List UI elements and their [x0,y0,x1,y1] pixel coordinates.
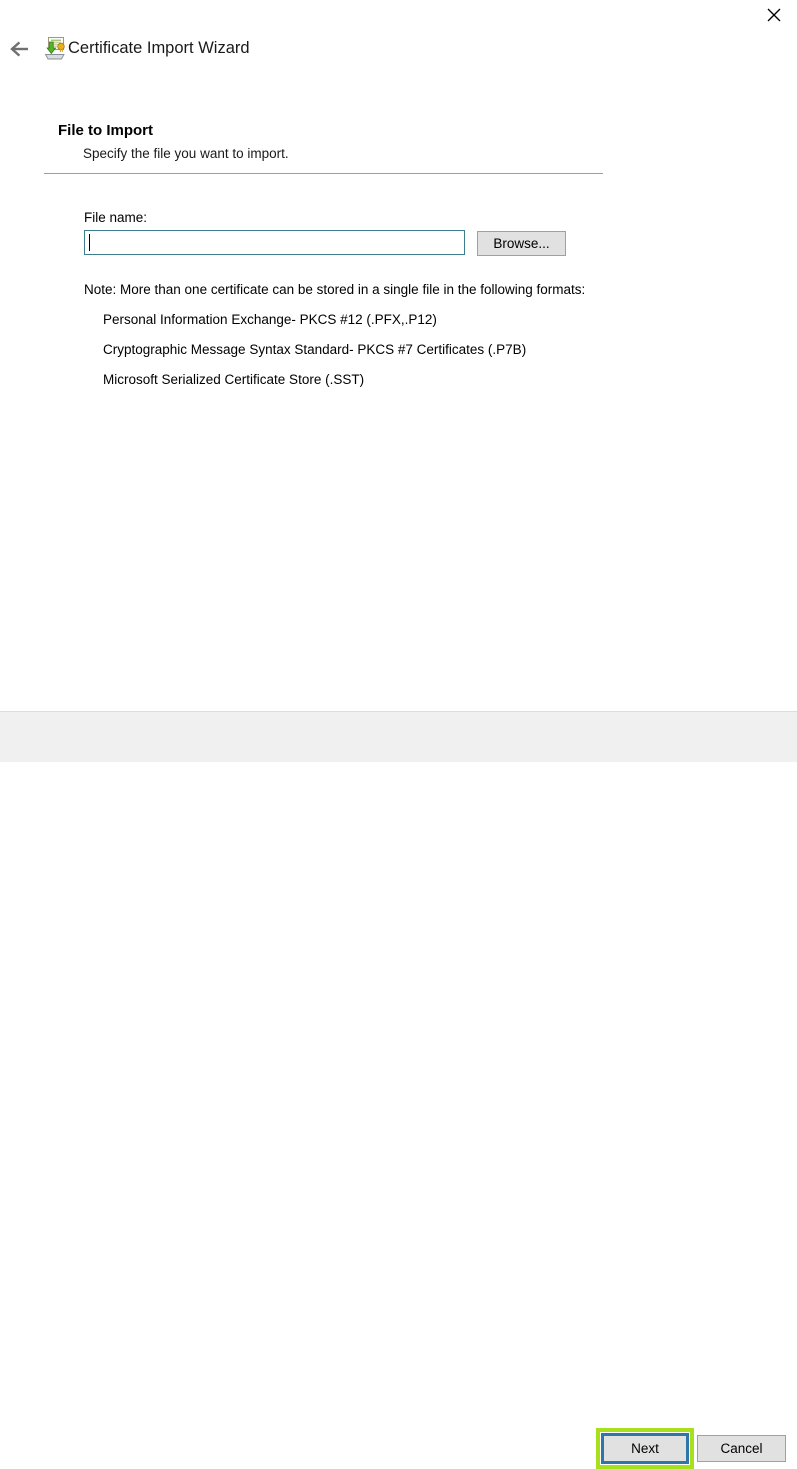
note-format-item: Personal Information Exchange- PKCS #12 … [103,312,437,327]
text-caret [89,234,90,251]
note-format-item: Microsoft Serialized Certificate Store (… [103,372,365,387]
window-title-bar: Certificate Import Wizard [0,0,797,80]
back-button[interactable] [4,33,36,65]
page-subtitle: Specify the file you want to import. [83,146,289,161]
header-divider [44,173,603,174]
formats-note: Note: More than one certificate can be s… [84,281,704,389]
page-title: File to Import [58,122,153,139]
browse-button[interactable]: Browse... [477,231,566,256]
note-format-item: Cryptographic Message Syntax Standard- P… [103,342,527,357]
next-button[interactable]: Next [601,1433,689,1464]
file-name-input[interactable] [84,230,465,255]
back-arrow-icon [9,40,31,58]
close-icon [766,7,782,23]
note-lead-text: Note: More than one certificate can be s… [84,282,586,297]
close-button[interactable] [751,0,797,30]
certificate-import-icon [43,36,67,61]
footer-bar: Next Cancel [0,712,797,1469]
page-header: File to Import Specify the file you want… [58,121,658,163]
file-name-label: File name: [84,210,148,225]
window-title: Certificate Import Wizard [68,39,250,57]
cancel-button[interactable]: Cancel [697,1435,786,1462]
